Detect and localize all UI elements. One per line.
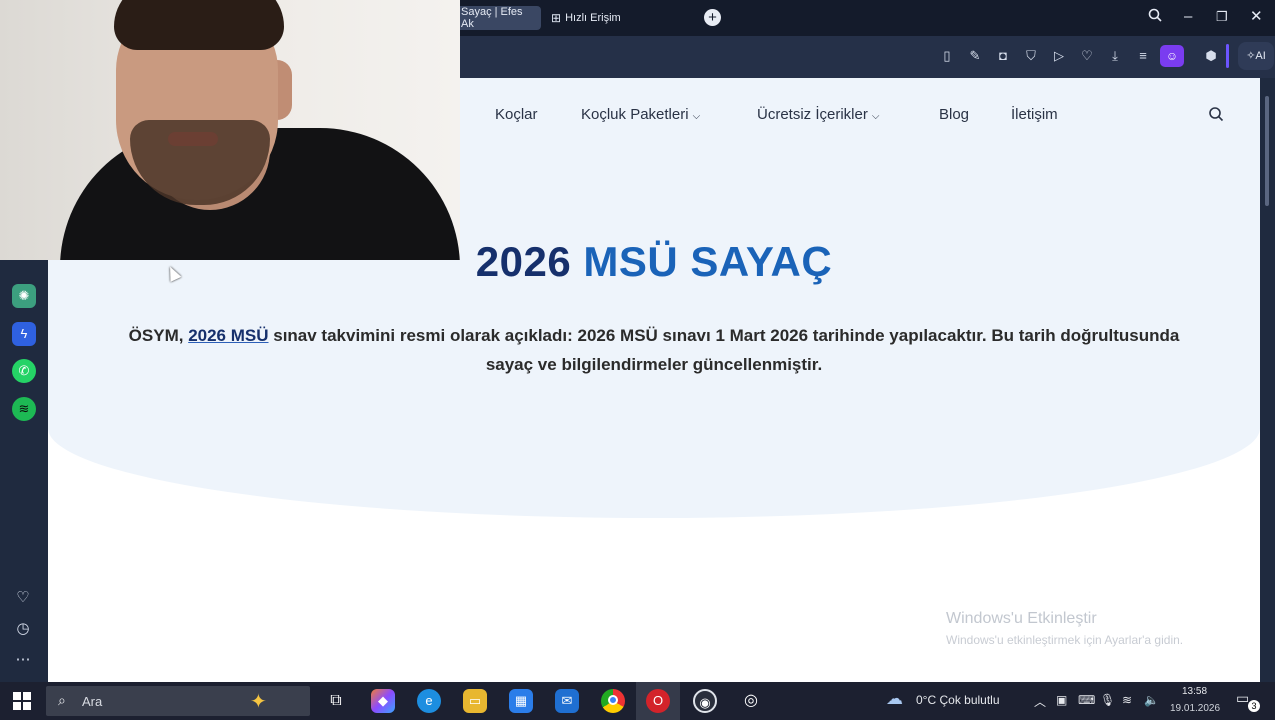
- weather-text[interactable]: 0°C Çok bulutlu: [916, 693, 1000, 707]
- page-title-year: 2026: [475, 238, 572, 285]
- toolbar-divider: [1226, 44, 1229, 68]
- camera-icon[interactable]: ◘: [994, 47, 1012, 65]
- opera-icon[interactable]: O: [646, 689, 670, 713]
- nav-label: Koçlar: [495, 106, 538, 123]
- ai-label: AI: [1255, 50, 1266, 62]
- more-icon[interactable]: ⋯: [13, 650, 33, 670]
- scrollbar-thumb[interactable]: [1265, 96, 1269, 206]
- search-icon: ⌕: [58, 692, 66, 708]
- intro-paragraph: ÖSYM, 2026 MSÜ sınav takvimini resmi ola…: [68, 321, 1240, 379]
- steering-wheel-app-icon[interactable]: ◉: [693, 689, 717, 713]
- search-tabs-icon[interactable]: [1148, 8, 1162, 27]
- chevron-down-icon: ⌵: [871, 111, 880, 122]
- wifi-icon[interactable]: ≋: [1122, 693, 1132, 707]
- microsoft-store-icon[interactable]: ▦: [509, 689, 533, 713]
- new-tab-button[interactable]: +: [704, 9, 721, 26]
- chevron-down-icon: ⌵: [692, 111, 701, 122]
- close-icon[interactable]: ✕: [1250, 8, 1263, 26]
- file-explorer-icon[interactable]: ▭: [463, 689, 487, 713]
- windows-start-icon[interactable]: [13, 692, 31, 710]
- intro-line1: sınav takvimini resmi olarak açıkladı: 2…: [268, 326, 1180, 345]
- search-icon[interactable]: [1208, 106, 1224, 122]
- menu-icon[interactable]: ≡: [1134, 47, 1152, 65]
- restore-icon[interactable]: ❐: [1216, 8, 1228, 26]
- nav-blog[interactable]: Blog: [939, 106, 969, 123]
- nav-packages[interactable]: Koçluk Paketleri ⌵: [581, 106, 700, 123]
- nav-contact[interactable]: İletişim: [1011, 106, 1058, 123]
- device-icon[interactable]: ▣: [1056, 693, 1067, 707]
- tab-label: Sayaç | Efes Ak: [461, 6, 523, 30]
- heart-icon[interactable]: ♡: [13, 588, 33, 608]
- cube-icon[interactable]: ⬢: [1202, 47, 1220, 65]
- nav-label: Ücretsiz İçerikler: [757, 106, 868, 123]
- shield-icon[interactable]: ⛉: [1022, 47, 1040, 65]
- keyboard-icon[interactable]: ⌨: [1078, 693, 1095, 707]
- msu-link[interactable]: 2026 MSÜ: [188, 326, 268, 345]
- chevron-up-icon[interactable]: ︿: [1034, 693, 1046, 710]
- nav-label: Koçluk Paketleri: [581, 106, 689, 123]
- history-icon[interactable]: ◷: [13, 619, 33, 639]
- heart-icon[interactable]: ♡: [1078, 47, 1096, 65]
- speaker-icon[interactable]: 🔈: [1144, 693, 1159, 707]
- nav-label: İletişim: [1011, 106, 1058, 123]
- profile-icon[interactable]: ☺: [1160, 45, 1184, 67]
- cloud-icon[interactable]: ☁: [886, 689, 903, 709]
- activation-watermark-title: Windows'u Etkinleştir: [946, 610, 1097, 627]
- grid-icon: ⊞: [551, 11, 562, 25]
- whatsapp-icon[interactable]: ✆: [12, 359, 36, 383]
- edge-browser-icon[interactable]: e: [417, 689, 441, 713]
- task-view-icon[interactable]: ⧉: [324, 689, 348, 713]
- download-icon[interactable]: ⤓: [1106, 47, 1124, 65]
- edit-icon[interactable]: ✎: [966, 47, 984, 65]
- intro-prefix: ÖSYM,: [128, 326, 189, 345]
- nav-label: Blog: [939, 106, 970, 123]
- webcam-person-hair: [114, 0, 284, 50]
- ai-button[interactable]: ✧AI: [1238, 42, 1274, 70]
- screen: Sayaç | Efes Ak ⊞ Hızlı Erişim + – ❐ ✕ ▯…: [0, 0, 1275, 720]
- tab-sayac[interactable]: Sayaç | Efes Ak: [455, 6, 541, 30]
- copilot-app-icon[interactable]: ◆: [371, 689, 395, 713]
- taskbar-search-placeholder: Ara: [82, 694, 103, 709]
- spotify-icon[interactable]: ≋: [12, 397, 36, 421]
- chatgpt-icon[interactable]: ✺: [12, 284, 36, 308]
- tab-label: Hızlı Erişim: [565, 12, 621, 24]
- webcam-app-icon[interactable]: ◎: [739, 689, 763, 713]
- activation-watermark-subtitle: Windows'u etkinleştirmek için Ayarlar'a …: [946, 633, 1184, 647]
- microphone-icon[interactable]: 🎙: [1100, 693, 1115, 707]
- page-title-text: MSÜ SAYAÇ: [583, 238, 833, 285]
- tab-quick-access[interactable]: ⊞ Hızlı Erişim: [545, 6, 635, 30]
- copilot-sparkle-icon: ✦: [250, 691, 267, 713]
- taskbar-date[interactable]: 19.01.2026: [1170, 703, 1220, 714]
- minimize-icon[interactable]: –: [1184, 8, 1192, 26]
- nav-coaches[interactable]: Koçlar: [495, 106, 538, 123]
- webcam-overlay: [0, 0, 460, 260]
- split-view-icon[interactable]: ▯: [938, 47, 956, 65]
- play-icon[interactable]: ▷: [1050, 47, 1068, 65]
- nav-free-content[interactable]: Ücretsiz İçerikler ⌵: [757, 106, 879, 123]
- chrome-icon[interactable]: [601, 689, 625, 713]
- taskbar-time[interactable]: 13:58: [1182, 686, 1207, 697]
- webcam-person-mouth: [168, 132, 218, 146]
- intro-line2: sayaç ve bilgilendirmeler güncellenmişti…: [485, 355, 823, 374]
- mail-icon[interactable]: ✉: [555, 689, 579, 713]
- notification-count-badge: 3: [1248, 700, 1260, 712]
- messenger-icon[interactable]: ϟ: [12, 322, 36, 346]
- taskbar-search[interactable]: ⌕ Ara ✦: [46, 686, 310, 716]
